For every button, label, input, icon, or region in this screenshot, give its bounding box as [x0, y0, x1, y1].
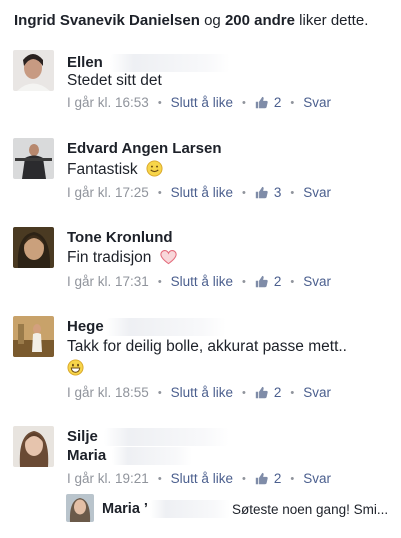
separator-dot: •: [290, 386, 295, 399]
comment-text-row: Fantastisk: [67, 160, 163, 179]
likes-connector: og: [204, 12, 221, 29]
comment-item: Silje Maria I går kl. 19:21 • Slutt å li…: [0, 426, 401, 492]
comment-timestamp[interactable]: I går kl. 17:31: [67, 274, 149, 289]
separator-dot: •: [241, 186, 246, 199]
comment-likes[interactable]: 2: [255, 385, 282, 400]
unlike-link[interactable]: Slutt å like: [171, 185, 233, 200]
likes-summary[interactable]: Ingrid Svanevik Danielsen og 200 andre l…: [14, 12, 368, 29]
separator-dot: •: [290, 472, 295, 485]
thumbs-up-icon: [255, 186, 268, 199]
smile-emoji-icon: [146, 160, 163, 177]
comment-item: Hege Takk for deilig bolle, akkurat pass…: [0, 316, 401, 406]
likes-suffix: liker dette.: [299, 12, 369, 29]
redacted-surname: [104, 428, 229, 446]
comment-author[interactable]: Hege: [67, 318, 104, 335]
separator-dot: •: [241, 472, 246, 485]
reply-link[interactable]: Svar: [303, 274, 331, 289]
redacted-surname: [150, 500, 230, 518]
separator-dot: •: [241, 96, 246, 109]
comment-text: Takk for deilig bolle, akkurat passe met…: [67, 338, 347, 355]
comment-timestamp[interactable]: I går kl. 19:21: [67, 471, 149, 486]
reply-link[interactable]: Svar: [303, 471, 331, 486]
comment-likes[interactable]: 2: [255, 471, 282, 486]
likes-others-count[interactable]: 200 andre: [225, 12, 295, 29]
comment-author[interactable]: Edvard Angen Larsen: [67, 140, 221, 157]
like-count: 2: [273, 274, 282, 289]
comment-timestamp[interactable]: I går kl. 17:25: [67, 185, 149, 200]
thumbs-up-icon: [255, 386, 268, 399]
reply-link[interactable]: Svar: [303, 185, 331, 200]
grin-emoji-icon: [67, 359, 84, 376]
like-count: 2: [273, 471, 282, 486]
comment-likes[interactable]: 3: [255, 185, 282, 200]
comment-text: Fin tradisjon: [67, 249, 152, 266]
separator-dot: •: [241, 275, 246, 288]
thumbs-up-icon: [255, 275, 268, 288]
redacted-surname: [110, 54, 230, 72]
avatar[interactable]: [13, 138, 54, 179]
like-count: 3: [273, 185, 282, 200]
separator-dot: •: [157, 472, 162, 485]
comment-likes[interactable]: 2: [255, 274, 282, 289]
reply-link[interactable]: Svar: [303, 385, 331, 400]
separator-dot: •: [290, 186, 295, 199]
reply-link[interactable]: Svar: [303, 95, 331, 110]
comment-meta: I går kl. 16:53 • Slutt å like • 2 • Sva…: [67, 95, 331, 110]
separator-dot: •: [157, 186, 162, 199]
comment-meta: I går kl. 19:21 • Slutt å like • 2 • Sva…: [67, 471, 331, 486]
unlike-link[interactable]: Slutt å like: [171, 95, 233, 110]
comment-meta: I går kl. 17:25 • Slutt å like • 3 • Sva…: [67, 185, 331, 200]
avatar[interactable]: [66, 494, 94, 522]
redacted-surname: [112, 447, 192, 465]
comment-timestamp[interactable]: I går kl. 18:55: [67, 385, 149, 400]
reply-author-name: Maria: [102, 501, 140, 517]
heart-emoji-icon: [160, 250, 177, 265]
comment-emoji-row: [67, 359, 84, 379]
comment-item: Edvard Angen Larsen Fantastisk I går kl.…: [0, 138, 401, 218]
thumbs-up-icon: [255, 96, 268, 109]
redacted-surname: [106, 318, 226, 336]
separator-dot: •: [241, 386, 246, 399]
liker-name[interactable]: Ingrid Svanevik Danielsen: [14, 12, 200, 29]
comment-likes[interactable]: 2: [255, 95, 282, 110]
separator-dot: •: [290, 275, 295, 288]
comment-item: Ellen Stedet sitt det I går kl. 16:53 • …: [0, 48, 401, 128]
comment-author[interactable]: Tone Kronlund: [67, 229, 173, 246]
separator-dot: •: [157, 386, 162, 399]
comment-text: Stedet sitt det: [67, 72, 162, 89]
like-count: 2: [273, 95, 282, 110]
comment-author[interactable]: Silje: [67, 428, 98, 445]
separator-dot: •: [157, 96, 162, 109]
comment-author-line2[interactable]: Maria: [67, 447, 106, 464]
comment-text: Fantastisk: [67, 161, 138, 178]
reply-text: Søteste noen gang! Smi...: [232, 502, 389, 517]
separator-dot: •: [157, 275, 162, 288]
avatar[interactable]: [13, 316, 54, 357]
comment-author[interactable]: Ellen: [67, 54, 103, 71]
comment-timestamp[interactable]: I går kl. 16:53: [67, 95, 149, 110]
unlike-link[interactable]: Slutt å like: [171, 385, 233, 400]
like-count: 2: [273, 385, 282, 400]
unlike-link[interactable]: Slutt å like: [171, 471, 233, 486]
reply-preview[interactable]: Maria’ Søteste noen gang! Smi...: [66, 494, 396, 524]
separator-dot: •: [290, 96, 295, 109]
comment-meta: I går kl. 17:31 • Slutt å like • 2 • Sva…: [67, 274, 331, 289]
avatar[interactable]: [13, 50, 54, 91]
avatar[interactable]: [13, 426, 54, 467]
avatar[interactable]: [13, 227, 54, 268]
unlike-link[interactable]: Slutt å like: [171, 274, 233, 289]
comment-meta: I går kl. 18:55 • Slutt å like • 2 • Sva…: [67, 385, 331, 400]
comment-text-row: Fin tradisjon: [67, 249, 177, 267]
comment-item: Tone Kronlund Fin tradisjon I går kl. 17…: [0, 227, 401, 307]
reply-author[interactable]: Maria’: [102, 501, 148, 517]
thumbs-up-icon: [255, 472, 268, 485]
reply-author-trail: ’: [143, 501, 148, 517]
